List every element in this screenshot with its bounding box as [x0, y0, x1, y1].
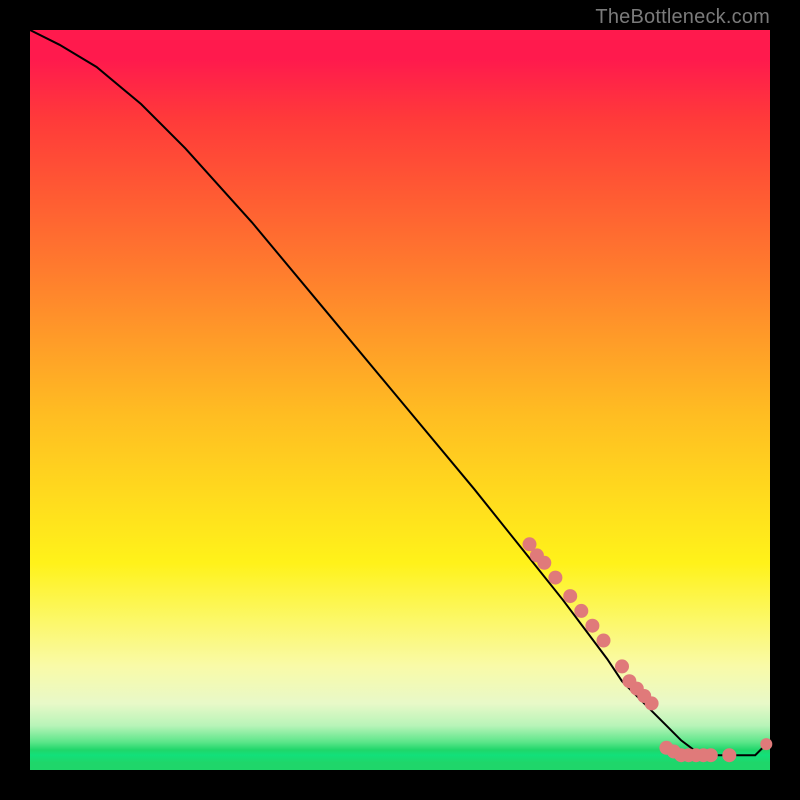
data-point — [760, 738, 772, 750]
bottleneck-curve — [30, 30, 770, 755]
data-point — [615, 659, 629, 673]
plot-area — [30, 30, 770, 770]
data-point — [574, 604, 588, 618]
data-point — [585, 619, 599, 633]
marker-group — [523, 537, 773, 762]
data-point — [563, 589, 577, 603]
chart-svg — [30, 30, 770, 770]
data-point — [537, 556, 551, 570]
attribution-label: TheBottleneck.com — [595, 6, 770, 29]
data-point — [548, 571, 562, 585]
data-point — [704, 748, 718, 762]
data-point — [722, 748, 736, 762]
data-point — [645, 696, 659, 710]
data-point — [597, 634, 611, 648]
chart-container: TheBottleneck.com — [0, 0, 800, 800]
